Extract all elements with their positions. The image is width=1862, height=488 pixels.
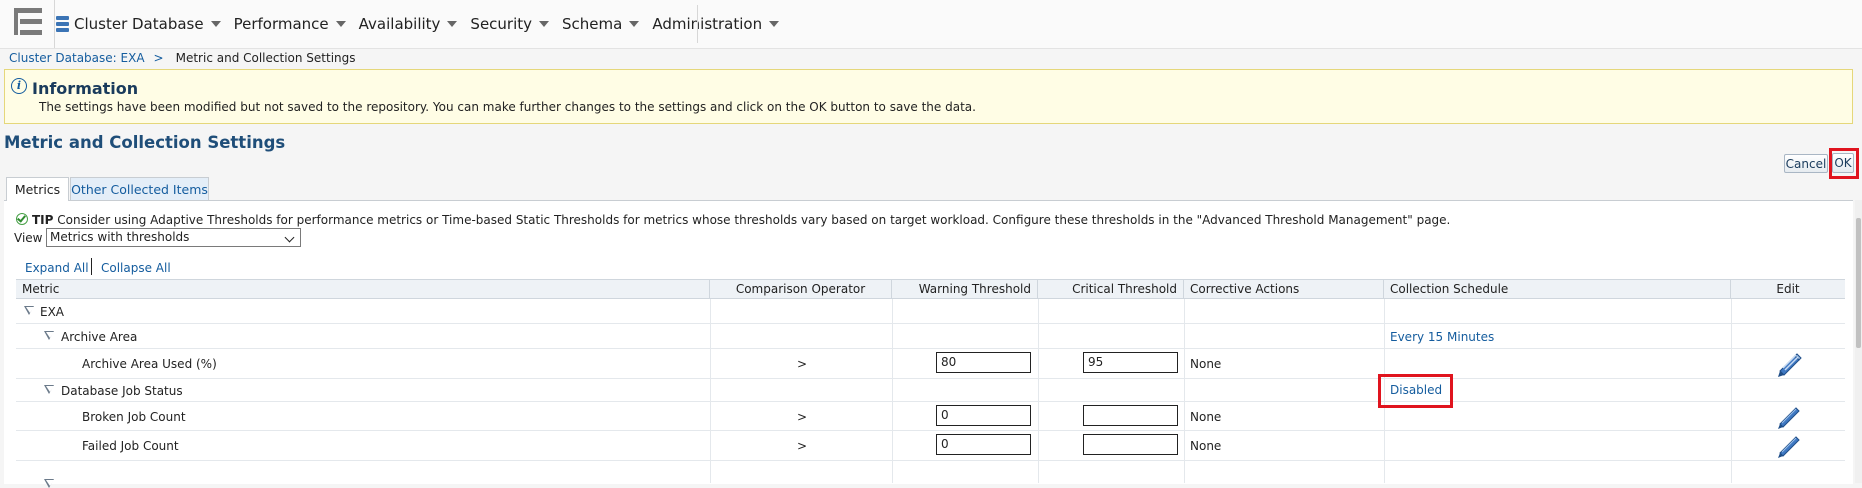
corrective-actions: None (1190, 439, 1222, 453)
header-edit: Edit (1776, 282, 1800, 296)
warning-threshold-input[interactable]: 80 (936, 352, 1031, 373)
collapse-triangle-icon[interactable] (44, 479, 55, 488)
table-row-archive-area: Archive Area Every 15 Minutes (16, 324, 1845, 349)
header-comparison-operator: Comparison Operator (710, 280, 892, 299)
tab-other-collected-items[interactable]: Other Collected Items (70, 177, 209, 200)
view-selected-value: Metrics with thresholds (50, 230, 190, 244)
comparison-operator: > (797, 357, 808, 371)
info-message: The settings have been modified but not … (39, 100, 976, 114)
view-select[interactable]: Metrics with thresholds (46, 228, 301, 247)
nav-availability-menu[interactable]: Availability (359, 15, 458, 33)
edit-pencil-icon[interactable] (1775, 402, 1803, 430)
nav-label: Security (470, 15, 533, 33)
chevron-down-icon (629, 21, 640, 27)
info-icon: i (11, 78, 27, 94)
header-collection-schedule: Collection Schedule (1384, 280, 1731, 299)
disabled-schedule-highlight (1378, 374, 1453, 408)
collapse-triangle-icon[interactable] (44, 385, 55, 394)
warning-threshold-input[interactable]: 0 (936, 405, 1031, 426)
collapse-triangle-icon[interactable] (24, 306, 35, 315)
top-navigation-bar: Cluster Database Performance Availabilit… (0, 0, 1862, 49)
nav-label: Schema (562, 15, 623, 33)
menu-toggle-icon[interactable] (0, 0, 55, 48)
metric-name: Archive Area Used (%) (82, 357, 217, 371)
table-row-exa: EXA (16, 299, 1845, 324)
tip-text: TIP Consider using Adaptive Thresholds f… (32, 213, 1450, 227)
chevron-down-icon (335, 21, 346, 27)
nav-divider (697, 5, 698, 43)
nav-cluster-database-menu[interactable]: Cluster Database (56, 15, 221, 33)
nav-menus: Cluster Database Performance Availabilit… (56, 0, 792, 48)
tip-message: Consider using Adaptive Thresholds for p… (57, 213, 1451, 227)
critical-threshold-input[interactable] (1083, 434, 1178, 455)
ok-button-highlight (1829, 148, 1859, 179)
nav-label: Administration (652, 15, 763, 33)
metric-name: Broken Job Count (82, 410, 186, 424)
header-warning-threshold: Warning Threshold (892, 280, 1038, 299)
page-title: Metric and Collection Settings (4, 133, 286, 152)
warning-threshold-input[interactable]: 0 (936, 434, 1031, 455)
chevron-down-icon (769, 21, 780, 27)
view-label: View (14, 231, 43, 245)
table-row-archive-area-used: Archive Area Used (%) > 80 95 None (16, 349, 1845, 379)
nav-label: Performance (233, 15, 329, 33)
nav-performance-menu[interactable]: Performance (234, 15, 346, 33)
header-metric: Metric (16, 280, 710, 299)
table-header: Metric Comparison Operator Warning Thres… (16, 279, 1845, 299)
chevron-down-icon (284, 232, 295, 243)
breadcrumb-separator: > (153, 51, 164, 65)
corrective-actions: None (1190, 410, 1222, 424)
collapse-all-link[interactable]: Collapse All (101, 261, 171, 275)
divider (91, 258, 92, 275)
breadcrumb: Cluster Database: EXA > Metric and Colle… (9, 50, 356, 66)
scrollbar-thumb[interactable] (1856, 218, 1861, 348)
header-critical-threshold: Critical Threshold (1038, 280, 1184, 299)
tab-metrics[interactable]: Metrics (6, 177, 69, 201)
metric-name: Database Job Status (61, 384, 183, 398)
collapse-triangle-icon[interactable] (44, 331, 55, 340)
nav-label: Availability (358, 15, 441, 33)
chevron-down-icon (210, 21, 221, 27)
collection-schedule-link[interactable]: Every 15 Minutes (1390, 330, 1494, 344)
critical-threshold-input[interactable] (1083, 405, 1178, 426)
comparison-operator: > (797, 410, 808, 424)
metric-name: Failed Job Count (82, 439, 179, 453)
edit-pencil-icon[interactable] (1775, 431, 1803, 459)
nav-schema-menu[interactable]: Schema (562, 15, 640, 33)
breadcrumb-parent-link[interactable]: Cluster Database: EXA (9, 51, 145, 65)
table-row-broken-job-count: Broken Job Count > 0 None (16, 402, 1845, 431)
information-banner: i Information The settings have been mod… (4, 69, 1853, 124)
expand-all-link[interactable]: Expand All (25, 261, 89, 275)
table-row-failed-job-count: Failed Job Count > 0 None (16, 431, 1845, 461)
table-row-database-job-status: Database Job Status Disabled (16, 379, 1845, 402)
header-corrective-actions: Corrective Actions (1184, 280, 1384, 299)
tip-prefix: TIP (32, 213, 54, 227)
table-row-partial (16, 461, 1845, 488)
cancel-button[interactable]: Cancel (1784, 154, 1828, 173)
check-icon (16, 213, 28, 225)
nav-security-menu[interactable]: Security (470, 15, 550, 33)
metric-name: EXA (40, 305, 65, 319)
chevron-down-icon (447, 21, 458, 27)
critical-threshold-input[interactable]: 95 (1083, 352, 1178, 373)
nav-label: Cluster Database (74, 15, 204, 33)
database-icon (56, 16, 69, 32)
metric-name: Archive Area (61, 330, 138, 344)
chevron-down-icon (539, 21, 550, 27)
edit-pencil-icon[interactable] (1775, 349, 1803, 377)
comparison-operator: > (797, 439, 808, 453)
nav-administration-menu[interactable]: Administration (652, 15, 780, 33)
metrics-table: Metric Comparison Operator Warning Thres… (16, 279, 1845, 488)
info-title: Information (32, 79, 139, 98)
breadcrumb-current: Metric and Collection Settings (175, 51, 356, 65)
corrective-actions: None (1190, 357, 1222, 371)
